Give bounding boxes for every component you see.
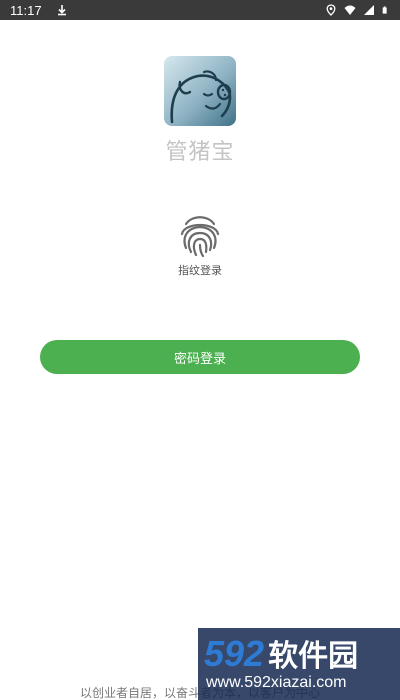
- fingerprint-login-label: 指纹登录: [178, 264, 222, 277]
- fingerprint-icon: [180, 216, 220, 258]
- password-login-button[interactable]: 密码登录: [40, 340, 360, 374]
- pig-logo-icon: [164, 56, 236, 126]
- app-name: 管猪宝: [165, 140, 235, 165]
- watermark-url: www.592xiazai.com: [206, 674, 347, 691]
- fingerprint-login-button[interactable]: [178, 212, 222, 258]
- battery-icon: [382, 6, 387, 14]
- watermark-logo-cn: 软件园: [268, 640, 359, 673]
- location-icon: [326, 4, 336, 16]
- signal-icon: [364, 5, 374, 15]
- watermark: 592 软件园 www.592xiazai.com: [198, 628, 400, 700]
- download-icon: [57, 5, 66, 16]
- status-icons: [325, 4, 390, 16]
- app-logo: [164, 56, 236, 126]
- watermark-logo-num: 592: [204, 633, 265, 674]
- wifi-icon: [344, 5, 356, 15]
- status-time: 11:17: [10, 2, 42, 18]
- watermark-logo: 592 软件园: [204, 634, 358, 677]
- status-bar: 11:17: [0, 0, 400, 20]
